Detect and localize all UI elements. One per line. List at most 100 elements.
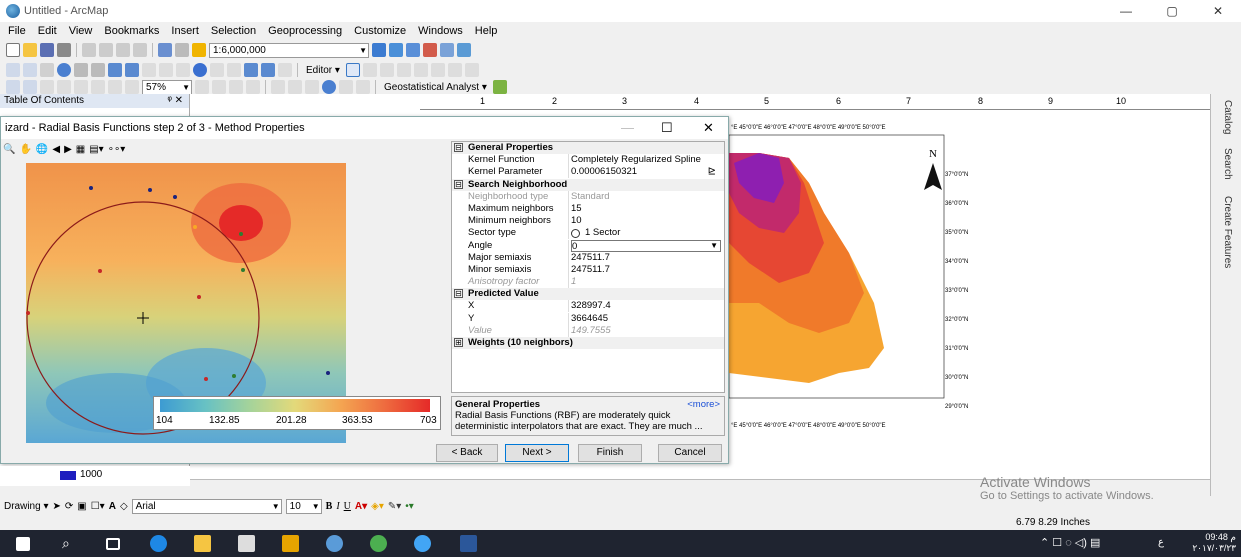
clear-selection-icon[interactable] (159, 63, 173, 77)
grid-icon[interactable] (356, 80, 370, 94)
property-row[interactable]: Minimum neighbors 10 (452, 215, 724, 228)
dialog-maximize-button[interactable]: ☐ (661, 117, 673, 139)
font-color-icon[interactable]: A▾ (355, 501, 367, 512)
property-value[interactable]: 10 (571, 215, 721, 227)
toc-pin-close[interactable]: ᵠ ✕ (167, 94, 183, 108)
go-back-extent-layout-icon[interactable] (125, 80, 139, 94)
font-family-combo[interactable]: Arial ▼ (131, 498, 282, 514)
property-category[interactable]: ⊟ Search Neighborhood (452, 178, 724, 191)
property-value[interactable]: Completely Regularized Spline (571, 154, 721, 166)
collapse-icon[interactable]: ⊟ (454, 289, 463, 299)
store-icon[interactable] (238, 535, 255, 552)
back-button[interactable]: < Back (436, 444, 498, 462)
property-row[interactable]: Kernel Parameter 0.00006150321 ⊵ (452, 166, 724, 179)
full-extent-icon[interactable] (57, 63, 71, 77)
property-row[interactable]: X 328997.4 (452, 300, 724, 313)
property-row[interactable]: Value 149.7555 (452, 324, 724, 337)
property-row[interactable]: Sector type 1 Sector (452, 227, 724, 240)
zoom-to-selected-icon[interactable]: ▣ (77, 501, 86, 512)
undo-icon[interactable] (158, 43, 172, 57)
geostatistical-analyst-menu[interactable]: Geostatistical Analyst ▾ (381, 82, 490, 93)
preview-forward-icon[interactable]: ▶ (64, 144, 72, 155)
menu-edit[interactable]: Edit (38, 25, 57, 37)
edit-vertices-icon[interactable]: ◇ (120, 501, 128, 512)
preview-layers-icon[interactable]: ▦ (76, 144, 85, 155)
property-row[interactable]: Y 3664645 (452, 312, 724, 325)
new-icon[interactable] (6, 43, 20, 57)
menu-windows[interactable]: Windows (418, 25, 463, 37)
select-elements-arrow-icon[interactable]: ➤ (52, 501, 60, 512)
line-color-icon[interactable]: ✎▾ (388, 501, 401, 512)
fill-color-icon[interactable]: ◈▾ (371, 501, 384, 512)
catalog-tab[interactable]: Catalog (1222, 100, 1233, 134)
property-row[interactable]: Anisotropy factor 1 (452, 276, 724, 289)
arcscene-icon[interactable] (414, 535, 431, 552)
open-icon[interactable] (23, 43, 37, 57)
expand-icon[interactable]: ⊞ (454, 338, 463, 347)
menu-insert[interactable]: Insert (171, 25, 199, 37)
arccatalog-icon[interactable] (282, 535, 299, 552)
arcglobe-icon[interactable] (370, 535, 387, 552)
word-icon[interactable] (460, 535, 477, 552)
preview-full-extent-icon[interactable]: 🌐 (36, 144, 48, 155)
bold-button[interactable]: B (326, 501, 333, 512)
maximize-button[interactable]: ▢ (1149, 0, 1195, 22)
preview-symbology-icon[interactable]: ▤▾ (89, 144, 103, 155)
cut-icon[interactable] (82, 43, 96, 57)
go-to-xy-icon[interactable] (278, 63, 292, 77)
straight-segment-icon[interactable] (362, 63, 377, 77)
collapse-icon[interactable]: ⊟ (454, 143, 463, 152)
menu-help[interactable]: Help (475, 25, 498, 37)
more-link[interactable]: <more> (687, 399, 720, 410)
geostatistical-wizard-icon[interactable] (492, 80, 507, 94)
copy-icon[interactable] (99, 43, 113, 57)
property-row[interactable]: Minor semiaxis 247511.7 (452, 263, 724, 276)
chevron-down-icon[interactable]: ▼ (710, 240, 718, 252)
preview-pan-icon[interactable]: ✋ (19, 144, 31, 155)
menu-selection[interactable]: Selection (211, 25, 256, 37)
property-value[interactable]: 0.00006150321 (571, 166, 721, 178)
property-value[interactable]: 247511.7 (571, 252, 721, 264)
property-category[interactable]: ⊞ Weights (10 neighbors) (452, 337, 724, 350)
redo-icon[interactable] (175, 43, 189, 57)
property-row[interactable]: Kernel Function Completely Regularized Sp… (452, 154, 724, 167)
file-explorer-icon[interactable] (194, 535, 211, 552)
windows-start-icon[interactable] (16, 537, 30, 551)
fixed-zoom-out-icon[interactable] (91, 63, 105, 77)
next-button[interactable]: Next > (505, 444, 569, 462)
editor-menu-button[interactable]: Editor ▾ (303, 65, 343, 76)
save-icon[interactable] (40, 43, 54, 57)
html-popup-icon[interactable] (210, 63, 224, 77)
layout-zoom-in-icon[interactable] (6, 80, 20, 94)
menu-customize[interactable]: Customize (354, 25, 406, 37)
attributes-icon[interactable] (430, 63, 445, 77)
snapping-icon[interactable] (271, 80, 285, 94)
tray-icons[interactable]: ⌃ ☐ ◌ ◁) ▤ (1040, 536, 1100, 549)
optimize-parameter-icon[interactable]: ⊵ (708, 166, 716, 178)
layout-pan-icon[interactable] (40, 80, 54, 94)
property-row[interactable]: Major semiaxis 247511.7 (452, 251, 724, 264)
fixed-zoom-in-layout-icon[interactable] (91, 80, 105, 94)
measure-icon[interactable] (227, 63, 241, 77)
search-tab[interactable]: Search (1222, 148, 1233, 180)
split-tool-icon[interactable] (396, 63, 411, 77)
topology-icon[interactable] (339, 80, 353, 94)
add-data-icon[interactable] (192, 43, 206, 57)
georef-icon[interactable] (288, 80, 302, 94)
trace-icon[interactable] (379, 63, 394, 77)
menu-bookmarks[interactable]: Bookmarks (104, 25, 159, 37)
edit-tool-icon[interactable] (345, 63, 360, 77)
rectangle-icon[interactable]: ☐▾ (91, 501, 105, 512)
catalog-icon[interactable] (406, 43, 420, 57)
forward-extent-icon[interactable] (125, 63, 139, 77)
cancel-button[interactable]: Cancel (658, 444, 722, 462)
drawing-menu[interactable]: Drawing ▾ (4, 501, 48, 512)
input-language[interactable]: ع (1158, 537, 1164, 548)
focus-data-frame-icon[interactable] (212, 80, 226, 94)
property-value[interactable]: 1 Sector (571, 227, 721, 239)
rotate-element-icon[interactable]: ⟳ (65, 501, 73, 512)
layout-zoom-combo[interactable]: 57% ▼ (142, 79, 192, 95)
menu-geoprocessing[interactable]: Geoprocessing (268, 25, 342, 37)
search-window-icon[interactable] (423, 43, 437, 57)
delete-icon[interactable] (133, 43, 147, 57)
